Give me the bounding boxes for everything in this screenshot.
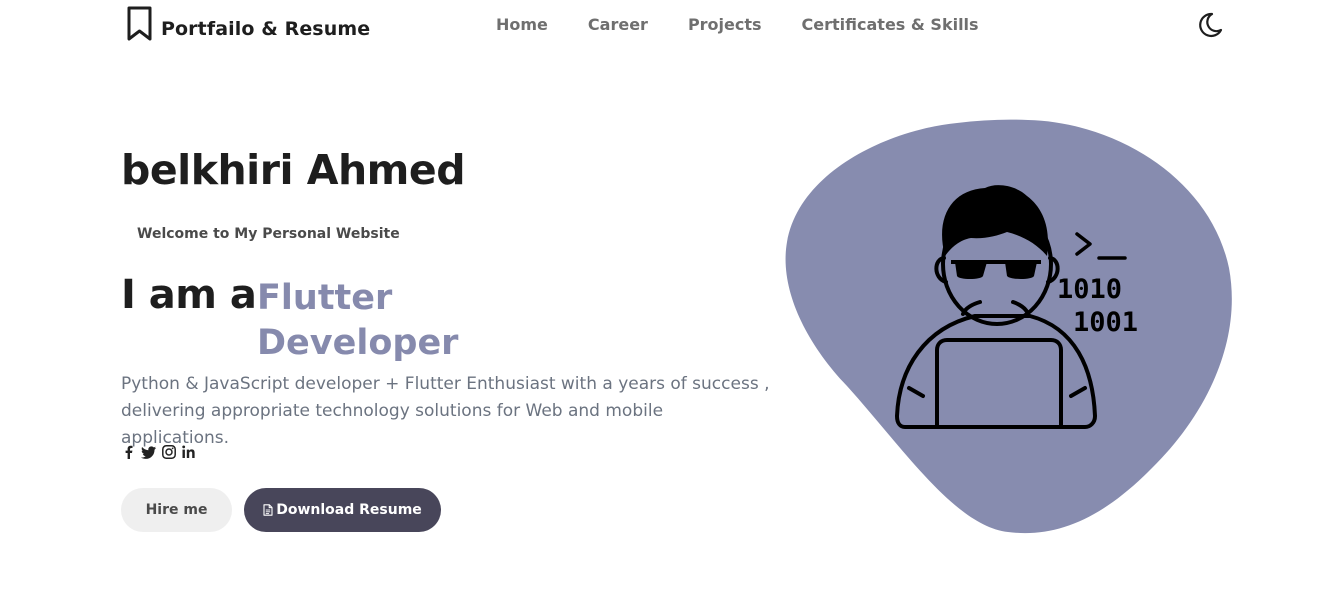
instagram-icon[interactable] [161,444,177,460]
nav-certificates-skills[interactable]: Certificates & Skills [802,15,979,34]
brand[interactable]: Portfailo & Resume [126,6,370,42]
download-resume-button[interactable]: Download Resume [244,488,441,532]
moon-icon[interactable] [1195,11,1223,39]
welcome-text: Welcome to My Personal Website [137,226,400,242]
social-links [121,444,201,460]
facebook-icon[interactable] [121,444,137,460]
brand-title: Portfailo & Resume [161,18,371,40]
person-name: belkhiri Ahmed [121,146,466,194]
bookmark-icon [127,6,152,41]
nav-projects[interactable]: Projects [688,15,762,34]
nav-home[interactable]: Home [496,15,548,34]
iam-text: I am a [121,272,257,318]
binary-line-1: 1010 [1057,274,1122,305]
download-resume-label: Download Resume [276,502,422,518]
developer-illustration: 1010 1001 [785,119,1232,534]
hire-me-button[interactable]: Hire me [121,488,232,532]
main-nav: Home Career Projects Certificates & Skil… [496,15,1019,34]
description: Python & JavaScript developer + Flutter … [121,374,770,448]
illustration-blob [785,119,1232,534]
linkedin-icon[interactable] [181,444,197,460]
binary-line-2: 1001 [1073,307,1138,338]
nav-career[interactable]: Career [588,15,648,34]
twitter-icon[interactable] [141,444,157,460]
role-text: Flutter Developer [257,278,459,363]
document-icon [263,504,273,516]
